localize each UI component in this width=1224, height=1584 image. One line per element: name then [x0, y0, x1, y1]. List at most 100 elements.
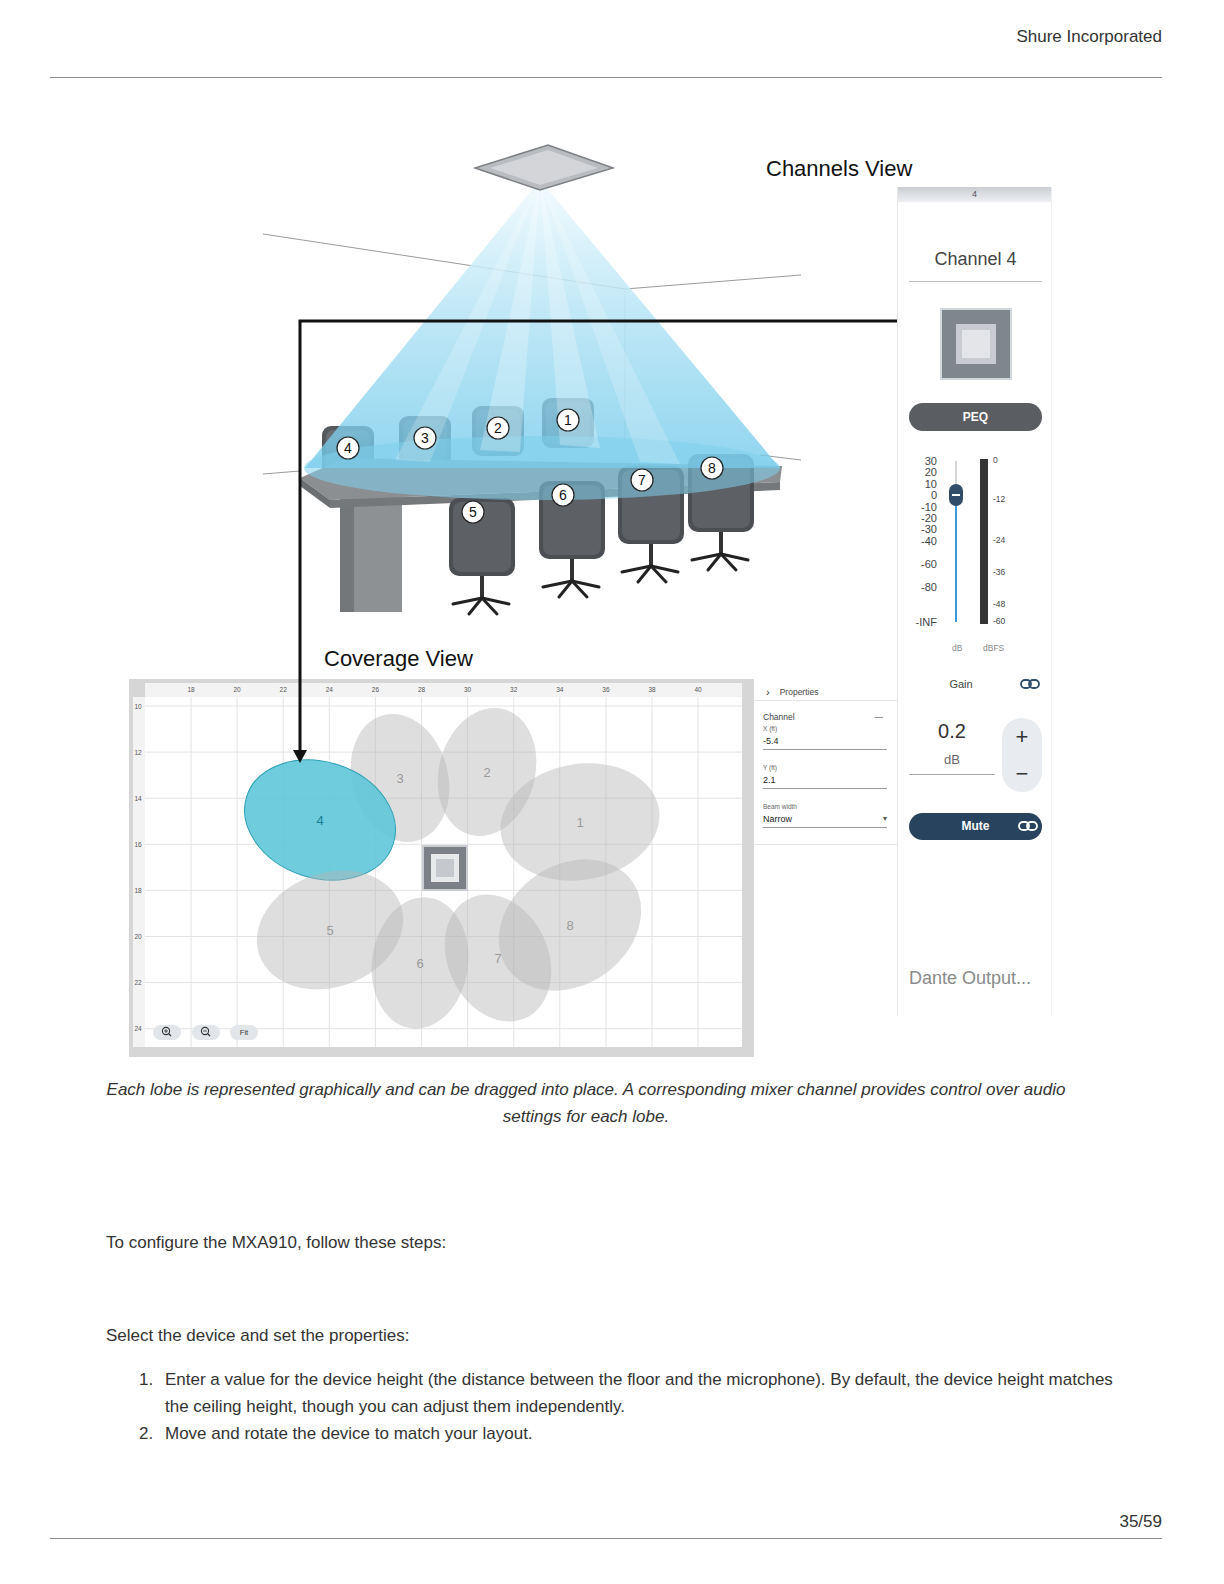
fader: 3020100-10-20-30-40-60-80-INF0-12-24-36-…	[909, 456, 1042, 628]
chair-number: 6	[552, 484, 574, 506]
zoom-out-button[interactable]	[192, 1025, 220, 1040]
chair-number: 3	[414, 427, 436, 449]
coverage-canvas[interactable]: 1820222426283032343638401012141618202224…	[129, 679, 754, 1057]
svg-text:Fit: Fit	[240, 1028, 249, 1037]
collapse-icon[interactable]: —	[875, 710, 884, 724]
fader-tick: -20	[909, 513, 937, 524]
fit-button[interactable]: Fit	[230, 1025, 258, 1040]
subheading: Select the device and set the properties…	[0, 1325, 1224, 1347]
fader-tick: 20	[909, 467, 937, 478]
dante-output[interactable]: Dante Output...	[909, 966, 1042, 990]
fader-tick: -80	[909, 582, 937, 593]
page-header: Shure Incorporated	[50, 0, 1162, 78]
x-tick: 22	[280, 686, 288, 693]
svg-text:2: 2	[483, 765, 490, 780]
zoom-in-button[interactable]	[153, 1025, 181, 1040]
section-title: Channel	[763, 710, 795, 724]
meter-unit: dBFS	[983, 642, 1004, 654]
beam-width-field: Beam width Narrow▾	[763, 802, 887, 828]
x-tick: 40	[694, 686, 702, 693]
mute-button[interactable]: Mute	[909, 813, 1042, 840]
chair-number: 1	[557, 409, 579, 431]
field-label: Y (ft)	[763, 763, 887, 772]
svg-text:7: 7	[494, 951, 501, 966]
company-name: Shure Incorporated	[1016, 27, 1162, 46]
meter-tick: -36	[993, 568, 1005, 577]
decrement-button[interactable]: −	[1016, 760, 1029, 788]
steps-list: 1.Enter a value for the device height (t…	[0, 1366, 1224, 1447]
page-footer: 35/59	[50, 1511, 1162, 1539]
meter-tick: 0	[993, 456, 998, 465]
svg-text:7: 7	[638, 472, 646, 488]
svg-text:5: 5	[469, 504, 477, 520]
step-item: 2.Move and rotate the device to match yo…	[139, 1420, 1114, 1447]
svg-text:8: 8	[708, 460, 716, 476]
fader-tick: -30	[909, 524, 937, 535]
x-tick: 32	[510, 686, 518, 693]
fader-knob[interactable]	[949, 484, 963, 506]
chair-number: 2	[487, 417, 509, 439]
fader-tick: 30	[909, 456, 937, 467]
ceiling-microphone	[475, 145, 613, 190]
figure-caption: Each lobe is represented graphically and…	[0, 1076, 1224, 1130]
x-tick: 20	[233, 686, 241, 693]
beam-width-select[interactable]: Narrow▾	[763, 813, 887, 828]
fader-unit: dB	[952, 642, 962, 654]
page-number: 35/59	[1119, 1512, 1162, 1531]
svg-text:4: 4	[344, 440, 352, 456]
meter-tick: -60	[993, 617, 1005, 626]
level-meter	[980, 459, 988, 624]
meter-tick: -48	[993, 600, 1005, 609]
unit-row: dB dBFS	[909, 642, 1042, 654]
meter-tick: -12	[993, 495, 1005, 504]
svg-text:5: 5	[326, 923, 333, 938]
y-tick: 12	[134, 749, 142, 756]
gain-stepper: +−	[1002, 718, 1042, 792]
peq-button[interactable]: PEQ	[909, 403, 1042, 431]
field-input[interactable]: 2.1	[763, 774, 887, 789]
expander-icon[interactable]: ›	[766, 684, 770, 701]
svg-text:8: 8	[566, 918, 573, 933]
x-tick: 34	[556, 686, 564, 693]
increment-button[interactable]: +	[1016, 723, 1029, 751]
x-tick: 36	[602, 686, 610, 693]
chair-number: 7	[631, 469, 653, 491]
property-field: X (ft)-5.4	[763, 724, 887, 750]
fader-tick: 10	[909, 479, 937, 490]
intro-text: To configure the MXA910, follow these st…	[0, 1232, 1224, 1254]
y-tick: 14	[134, 795, 142, 802]
step-item: 1.Enter a value for the device height (t…	[139, 1366, 1114, 1420]
field-input[interactable]: -5.4	[763, 735, 887, 750]
chair-number: 4	[337, 437, 359, 459]
coverage-view-label: Coverage View	[324, 646, 473, 671]
svg-text:6: 6	[416, 956, 423, 971]
x-tick: 18	[187, 686, 195, 693]
section-header[interactable]: Channel —	[754, 710, 897, 724]
link-icon[interactable]	[1018, 820, 1038, 832]
device-icon[interactable]	[423, 846, 467, 890]
fader-tick: 0	[909, 490, 937, 501]
fader-tick: -10	[909, 502, 937, 513]
properties-header[interactable]: › Properties	[754, 679, 897, 701]
lobe[interactable]: 8	[473, 832, 666, 1017]
y-tick: 20	[134, 933, 142, 940]
figure: 12345678Channels ViewCoverage View182022…	[0, 78, 1224, 1057]
link-icon[interactable]	[1020, 678, 1040, 690]
x-tick: 26	[372, 686, 380, 693]
gain-input[interactable]: 0.2dB	[909, 718, 995, 775]
fader-tick: -40	[909, 536, 937, 547]
device-icon	[940, 308, 1012, 380]
svg-text:2: 2	[494, 420, 502, 436]
svg-text:1: 1	[564, 412, 572, 428]
beam-cone	[304, 180, 780, 500]
property-field: Y (ft) 2.1	[763, 763, 887, 789]
svg-text:3: 3	[421, 430, 429, 446]
field-label: Beam width	[763, 802, 887, 811]
properties-title: Properties	[780, 684, 819, 701]
fader-tick: -60	[909, 559, 937, 570]
channel-title[interactable]: Channel 4	[909, 247, 1042, 282]
chair	[449, 498, 515, 614]
x-tick: 30	[464, 686, 472, 693]
chair-number: 8	[701, 457, 723, 479]
x-tick: 38	[648, 686, 656, 693]
